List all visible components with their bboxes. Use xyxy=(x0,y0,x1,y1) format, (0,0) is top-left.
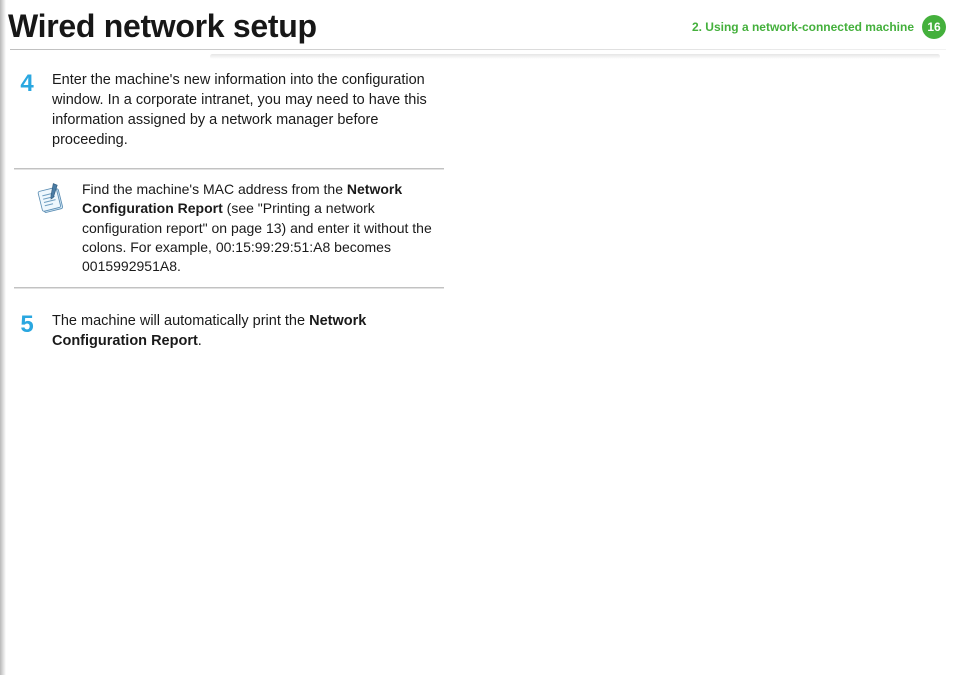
step-text-pre: The machine will automatically print the xyxy=(52,313,309,329)
note-block: Find the machine's MAC address from the … xyxy=(14,168,446,289)
page-header: Wired network setup 2. Using a network-c… xyxy=(0,0,954,49)
step-4: 4 Enter the machine's new information in… xyxy=(14,70,446,150)
step-number: 5 xyxy=(14,311,40,351)
page-number-badge: 16 xyxy=(922,15,946,39)
left-column: 4 Enter the machine's new information in… xyxy=(0,70,460,369)
page-title: Wired network setup xyxy=(8,8,317,45)
note-rule-bottom xyxy=(14,287,444,289)
note-icon xyxy=(34,182,68,216)
content-area: 4 Enter the machine's new information in… xyxy=(0,50,954,369)
note-body: Find the machine's MAC address from the … xyxy=(14,170,446,287)
header-right: 2. Using a network-connected machine 16 xyxy=(692,15,946,39)
step-text: Enter the machine's new information into… xyxy=(52,70,446,150)
step-text-post: . xyxy=(198,333,202,349)
chapter-label[interactable]: 2. Using a network-connected machine xyxy=(692,20,914,34)
note-text-pre: Find the machine's MAC address from the xyxy=(82,181,347,197)
step-text: The machine will automatically print the… xyxy=(52,311,446,351)
right-column xyxy=(460,70,920,369)
note-text: Find the machine's MAC address from the … xyxy=(82,180,438,277)
step-5: 5 The machine will automatically print t… xyxy=(14,311,446,351)
step-number: 4 xyxy=(14,70,40,150)
